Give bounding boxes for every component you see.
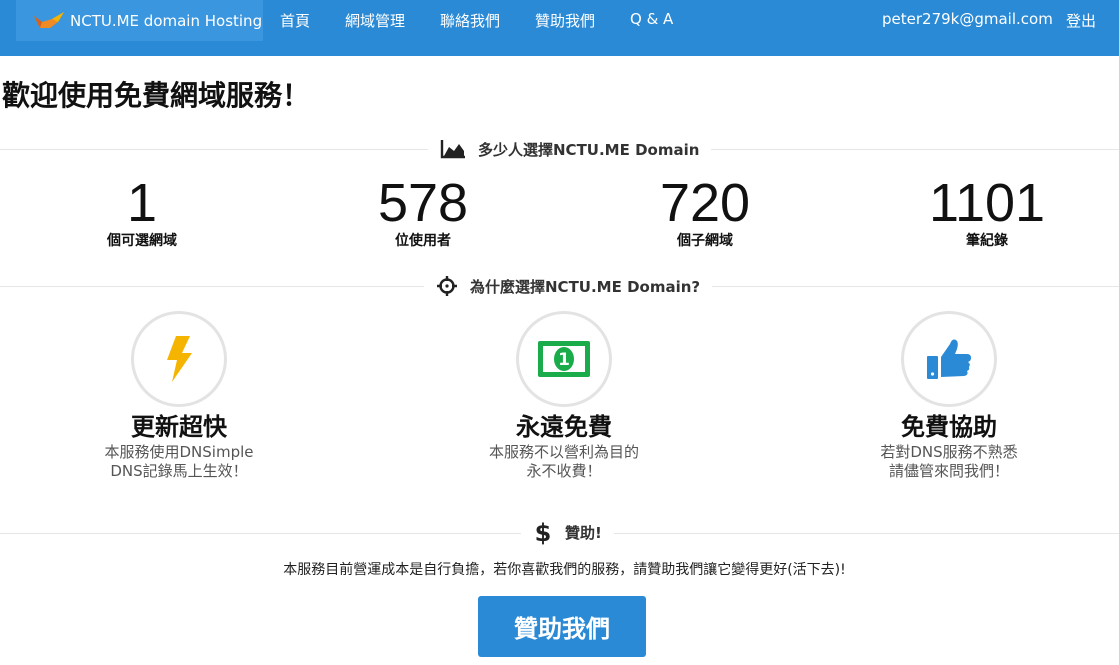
- feature-desc-line2: 請儘管來問我們！: [888, 462, 1009, 480]
- feature-desc-line2: 永不收費！: [526, 462, 602, 480]
- page-title: 歡迎使用免費網域服務！: [2, 79, 311, 112]
- logout-link[interactable]: 登出: [1066, 10, 1096, 31]
- fox-logo-icon: [34, 11, 64, 28]
- nav-contact[interactable]: 聯絡我們: [440, 10, 500, 31]
- stat-domains: 1 個可選網域: [42, 172, 242, 250]
- donate-heading-text: 贊助!: [565, 523, 602, 542]
- stat-value: 1: [126, 173, 158, 233]
- stat-label: 個子網域: [677, 233, 733, 249]
- why-heading: 為什麼選擇NCTU.ME Domain?: [424, 275, 713, 297]
- stat-label: 位使用者: [395, 233, 451, 249]
- thumbs-up-icon: [927, 339, 971, 379]
- feature-fast-update: 更新超快 本服務使用DNSimple DNS記錄馬上生效！: [59, 311, 299, 481]
- crosshair-icon: [437, 276, 457, 296]
- stats-heading-text: 多少人選擇NCTU.ME Domain: [478, 140, 700, 159]
- donate-heading: $ 贊助!: [521, 519, 614, 545]
- nav-sponsor[interactable]: 贊助我們: [535, 10, 595, 31]
- top-navbar: NCTU.ME domain Hosting 首頁 網域管理 聯絡我們 贊助我們…: [0, 0, 1119, 56]
- lightning-icon: [167, 336, 192, 382]
- stat-value: 1101: [928, 173, 1046, 233]
- feature-icon-circle: 1: [516, 311, 612, 407]
- nav-home[interactable]: 首頁: [280, 10, 310, 31]
- feature-desc-line1: 本服務使用DNSimple: [104, 443, 254, 461]
- nav-qa[interactable]: Q & A: [630, 10, 673, 28]
- stat-records: 1101 筆紀錄: [887, 172, 1087, 250]
- feature-icon-circle: [131, 311, 227, 407]
- stat-users: 578 位使用者: [323, 172, 523, 250]
- feature-desc-line1: 本服務不以營利為目的: [488, 443, 639, 461]
- brand-text: NCTU.ME domain Hosting: [70, 11, 263, 30]
- stat-value: 720: [659, 173, 751, 233]
- feature-icon-circle: [901, 311, 997, 407]
- brand-link[interactable]: NCTU.ME domain Hosting: [16, 0, 263, 41]
- donate-description: 本服務目前營運成本是自行負擔，若你喜歡我們的服務，請贊助我們讓它變得更好(活下去…: [283, 562, 846, 578]
- nav-domain-management[interactable]: 網域管理: [345, 10, 405, 31]
- donate-button[interactable]: 贊助我們: [478, 596, 646, 657]
- feature-title: 免費協助: [901, 413, 997, 441]
- svg-text:1: 1: [558, 350, 570, 370]
- stat-label: 筆紀錄: [966, 233, 1008, 249]
- stat-subdomains: 720 個子網域: [605, 172, 805, 250]
- feature-desc-line2: DNS記錄馬上生效！: [110, 462, 248, 480]
- feature-desc-line1: 若對DNS服務不熟悉: [880, 443, 1018, 461]
- user-email-link[interactable]: peter279k@gmail.com: [882, 10, 1053, 28]
- money-icon: 1: [538, 341, 590, 377]
- feature-title: 更新超快: [131, 413, 227, 441]
- stat-label: 個可選網域: [107, 233, 177, 249]
- dollar-icon: $: [535, 519, 552, 545]
- feature-free-forever: 1 永遠免費 本服務不以營利為目的 永不收費！: [444, 311, 684, 481]
- stat-value: 578: [377, 173, 469, 233]
- why-heading-text: 為什麼選擇NCTU.ME Domain?: [470, 277, 701, 296]
- feature-free-help: 免費協助 若對DNS服務不熟悉 請儘管來問我們！: [829, 311, 1069, 481]
- stats-heading: 多少人選擇NCTU.ME Domain: [428, 138, 712, 160]
- svg-text:$: $: [535, 519, 552, 545]
- area-chart-icon: [440, 140, 465, 159]
- feature-title: 永遠免費: [516, 413, 612, 441]
